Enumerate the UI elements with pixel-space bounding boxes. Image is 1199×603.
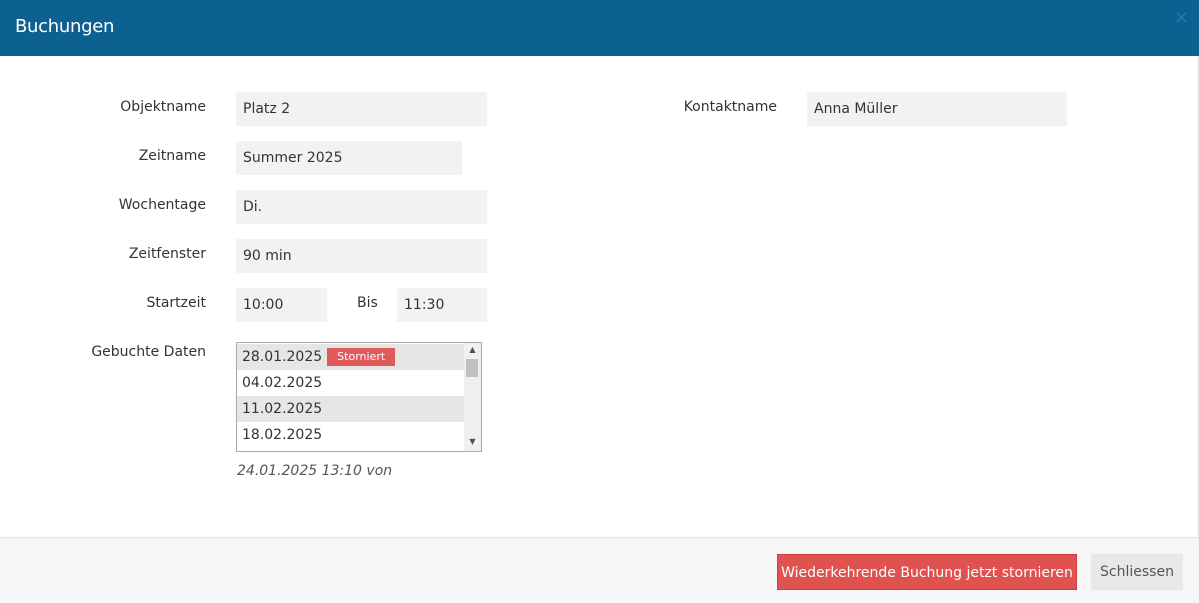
zeitname-label: Zeitname: [138, 148, 206, 164]
dialog-header: Buchungen ×: [0, 0, 1199, 56]
dialog-title: Buchungen: [15, 16, 115, 37]
objektname-label: Objektname: [120, 99, 206, 115]
list-item[interactable]: 04.02.2025: [237, 370, 464, 396]
close-button[interactable]: Schliessen: [1091, 554, 1183, 590]
startzeit-label: Startzeit: [146, 295, 206, 311]
status-badge: Storniert: [327, 348, 396, 366]
list-item[interactable]: 28.01.2025 Storniert: [237, 344, 464, 370]
list-item[interactable]: 11.02.2025: [237, 396, 464, 422]
close-icon[interactable]: ×: [1174, 9, 1189, 27]
zeitfenster-label: Zeitfenster: [128, 246, 206, 262]
scroll-down-icon[interactable]: ▼: [464, 435, 481, 449]
scroll-up-icon[interactable]: ▲: [464, 343, 481, 357]
kontaktname-label: Kontaktname: [683, 99, 777, 115]
booked-date: 11.02.2025: [242, 401, 323, 417]
kontaktname-field[interactable]: Anna Müller: [807, 92, 1067, 126]
booking-dialog: Buchungen × Objektname Platz 2 Zeitname …: [0, 0, 1199, 603]
gebuchte-daten-label: Gebuchte Daten: [91, 344, 206, 360]
bis-label: Bis: [357, 295, 378, 311]
dialog-footer: Wiederkehrende Buchung jetzt stornieren …: [0, 537, 1199, 603]
cancel-series-button[interactable]: Wiederkehrende Buchung jetzt stornieren: [777, 554, 1077, 590]
booked-date: 28.01.2025: [242, 349, 323, 365]
zeitfenster-field[interactable]: 90 min: [236, 239, 487, 273]
listbox-scrollbar[interactable]: ▲ ▼: [464, 343, 481, 451]
booked-dates-listbox[interactable]: 28.01.2025 Storniert 04.02.2025 11.02.202…: [236, 342, 482, 452]
scroll-thumb[interactable]: [466, 359, 478, 377]
objektname-field[interactable]: Platz 2: [236, 92, 487, 126]
booked-date: 18.02.2025: [242, 427, 323, 443]
created-meta: 24.01.2025 13:10 von: [237, 463, 393, 479]
wochentage-label: Wochentage: [118, 197, 206, 213]
bis-field[interactable]: 11:30: [397, 288, 487, 322]
list-item[interactable]: 18.02.2025: [237, 422, 464, 448]
wochentage-field[interactable]: Di.: [236, 190, 487, 224]
booked-date: 04.02.2025: [242, 375, 323, 391]
startzeit-field[interactable]: 10:00: [236, 288, 327, 322]
zeitname-field[interactable]: Summer 2025: [236, 141, 462, 175]
